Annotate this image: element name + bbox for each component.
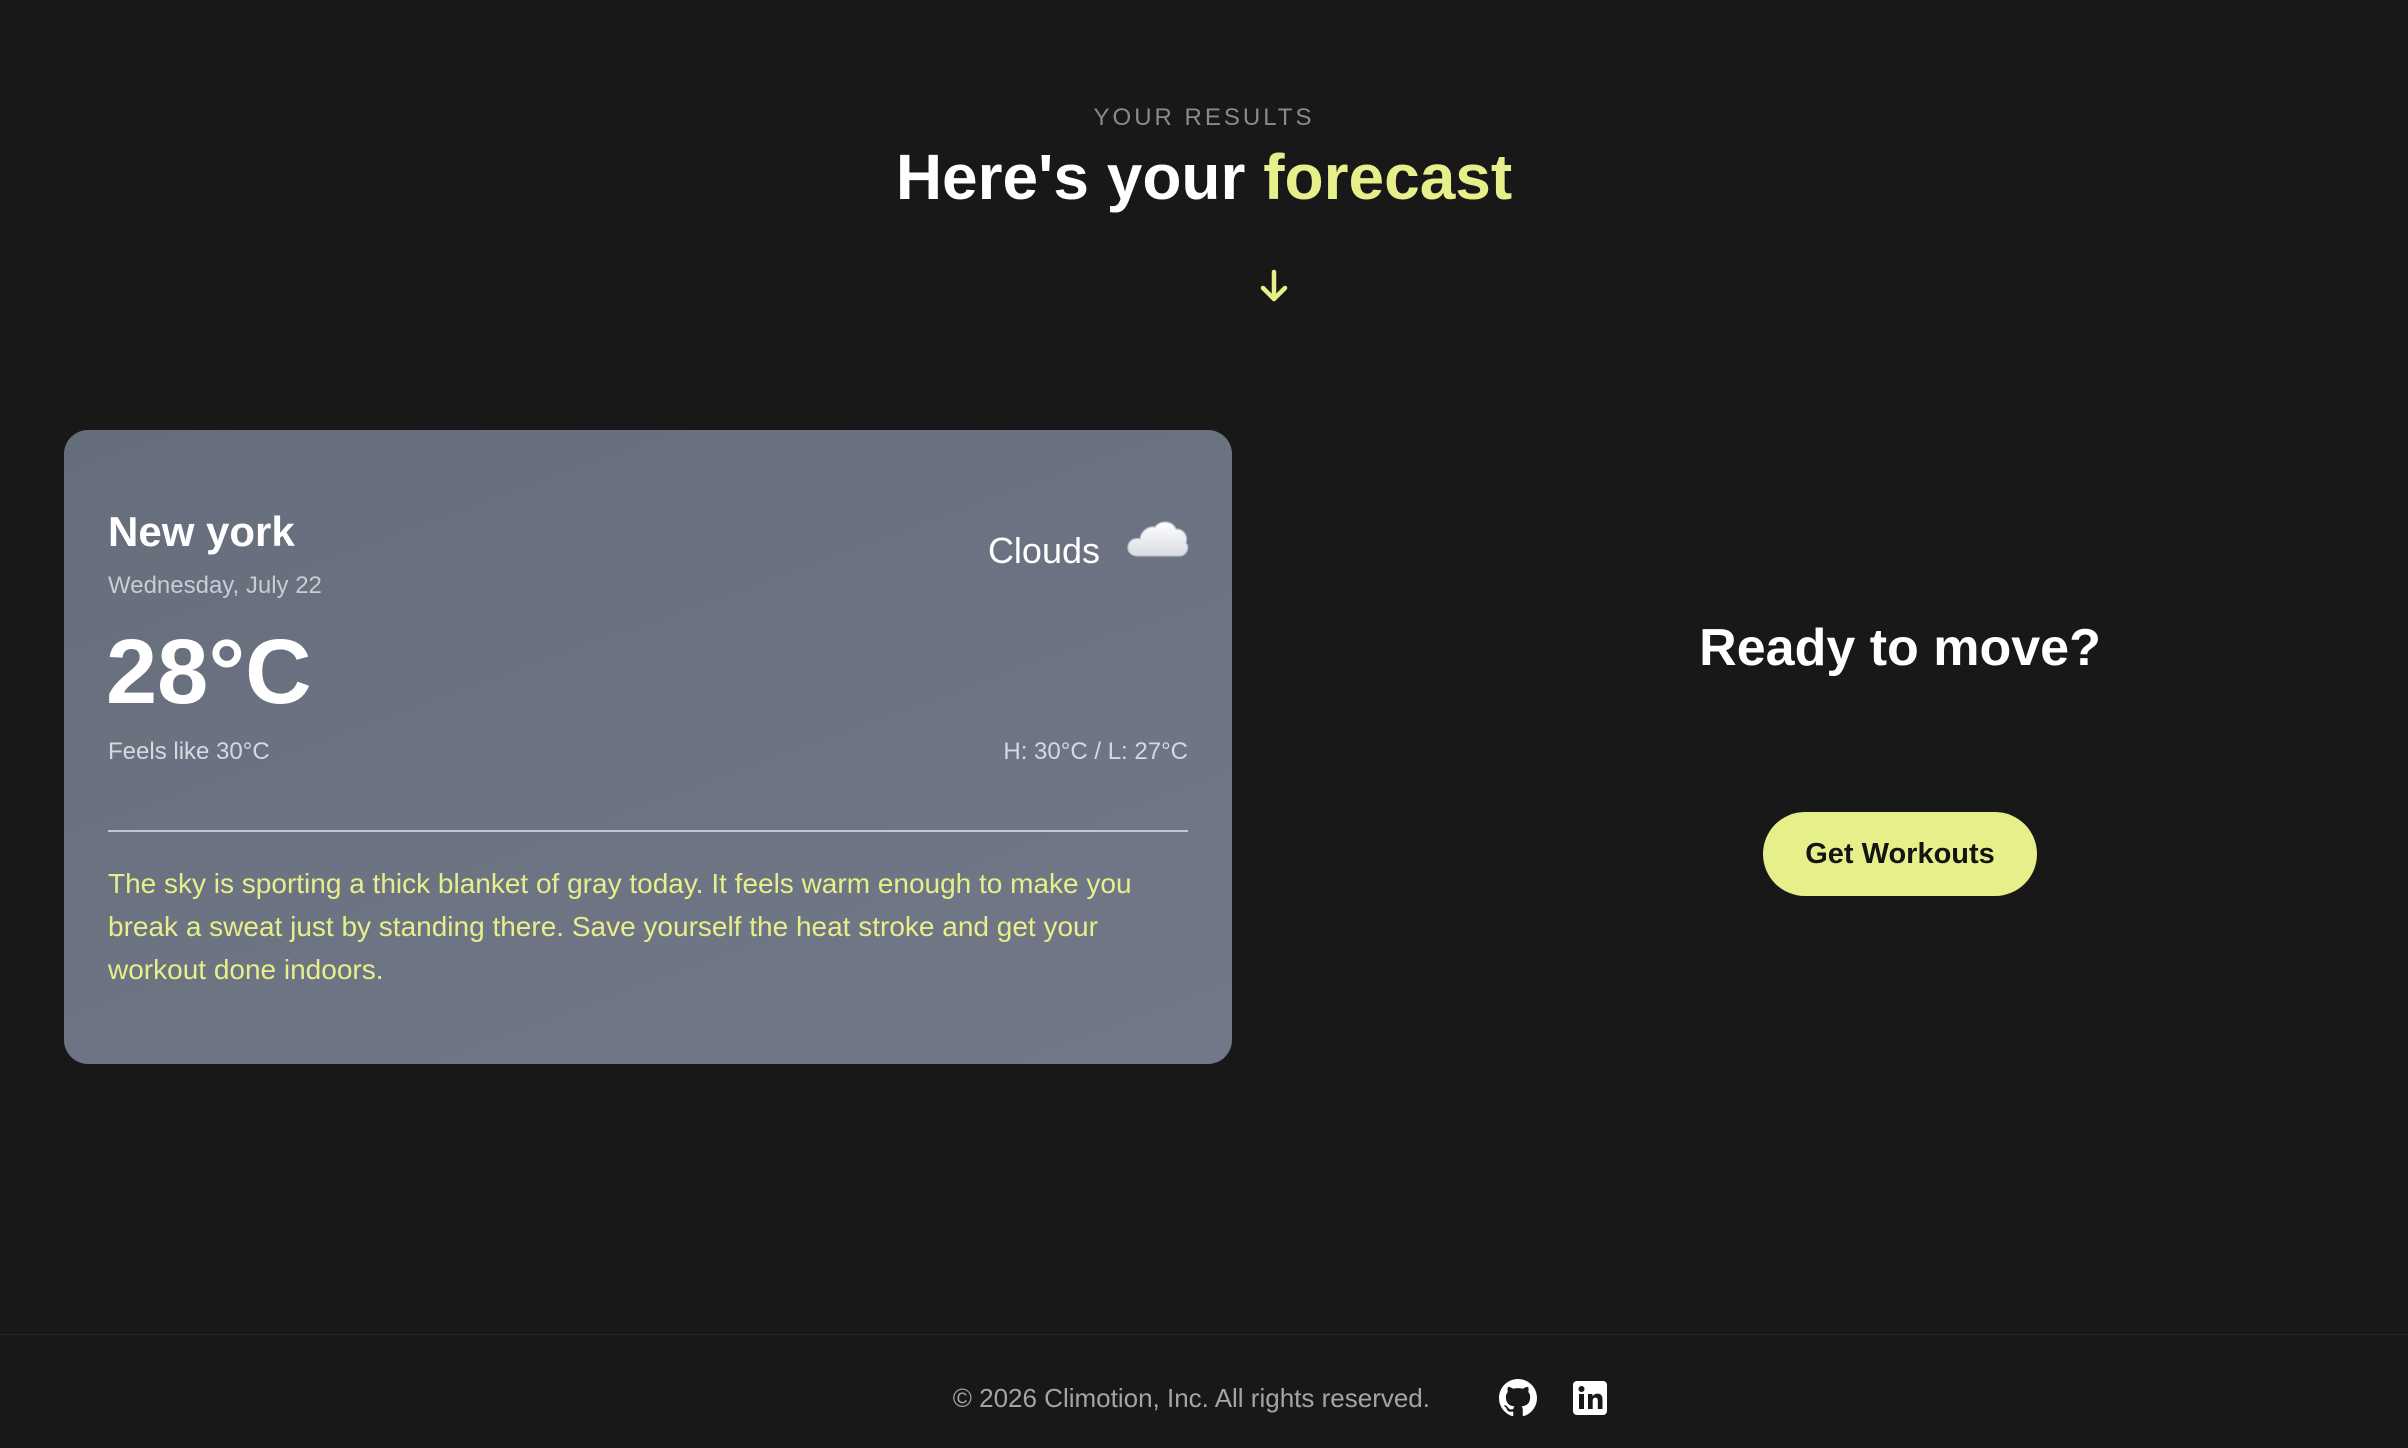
section-eyebrow: YOUR RESULTS: [1093, 104, 1315, 131]
page-title-prefix: Here's your: [895, 141, 1264, 213]
page-title-accent: forecast: [1263, 141, 1513, 213]
weather-description: The sky is sporting a thick blanket of g…: [108, 868, 1132, 985]
github-link[interactable]: [1499, 1379, 1537, 1417]
get-workouts-button[interactable]: Get Workouts: [1763, 812, 2037, 896]
forecast-date: Wednesday, July 22: [108, 572, 322, 599]
card-divider: [108, 830, 1188, 832]
feels-like: Feels like 30°C: [108, 738, 270, 765]
linkedin-icon: [1573, 1381, 1607, 1415]
city-name: New york: [108, 508, 295, 555]
weather-condition: Clouds: [987, 530, 1100, 571]
weather-card: New york Wednesday, July 22 Clouds 28°C …: [64, 430, 1232, 1064]
current-temperature: 28°C: [106, 621, 312, 723]
footer: © 2026 Climotion, Inc. All rights reserv…: [0, 1334, 2408, 1448]
arrow-down-icon[interactable]: [1256, 266, 1292, 306]
cloud-icon: [1127, 521, 1189, 557]
high-low-temperature: H: 30°C / L: 27°C: [1003, 738, 1188, 765]
page-title: Here's your forecast: [0, 140, 2408, 214]
copyright-text: © 2026 Climotion, Inc. All rights reserv…: [952, 1383, 1430, 1413]
cta-title: Ready to move?: [1699, 619, 2101, 677]
results-page: YOUR RESULTS Here's your forecast New yo…: [0, 0, 2408, 1448]
github-icon: [1499, 1379, 1537, 1417]
linkedin-link[interactable]: [1571, 1379, 1609, 1417]
